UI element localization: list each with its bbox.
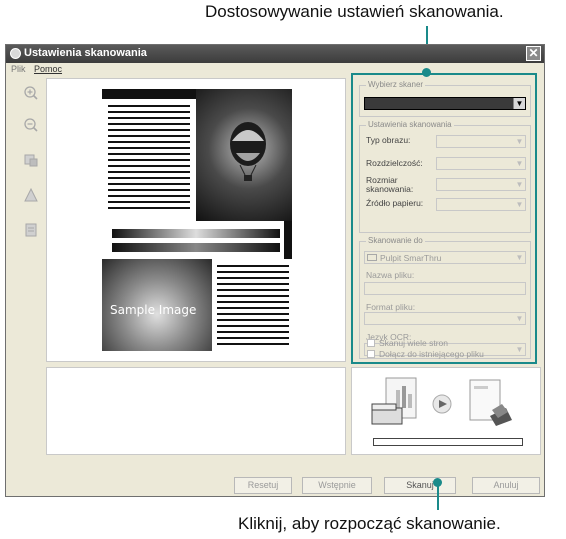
doc-text-line [108, 177, 190, 179]
chevron-down-icon: ▼ [513, 98, 525, 109]
destination-value: Pulpit SmarThru [380, 253, 442, 263]
doc-text-line [108, 153, 190, 155]
chevron-down-icon: ▼ [515, 180, 524, 189]
scan-multiple-label: Skanuj wiele stron [379, 338, 448, 348]
scan-settings-group: Ustawienia skanowania Typ obrazu: ▼ Rozd… [359, 120, 531, 233]
gradient-band [102, 221, 292, 259]
resolution-select[interactable]: ▼ [436, 157, 526, 170]
doc-text-line [108, 147, 190, 149]
paper-source-label: Źródło papieru: [366, 198, 424, 208]
doc-text-line [217, 337, 289, 339]
callout-settings: Dostosowywanie ustawień skanowania. [205, 2, 504, 21]
paper-source-select[interactable]: ▼ [436, 198, 526, 211]
scan-multiple-checkbox[interactable] [367, 339, 375, 347]
doc-text-line [217, 307, 289, 309]
doc-text-line [108, 117, 190, 119]
file-format-label: Format pliku: [366, 302, 416, 312]
doc-text-line [108, 201, 190, 203]
zoom-out-icon[interactable] [23, 117, 39, 133]
scan-settings-group-title: Ustawienia skanowania [366, 120, 454, 129]
image-type-label: Typ obrazu: [366, 135, 411, 145]
image-type-select[interactable]: ▼ [436, 135, 526, 148]
doc-text-block-top [108, 105, 190, 215]
cancel-button[interactable]: Anuluj [472, 477, 540, 494]
doc-text-line [108, 135, 190, 137]
sample-image: Sample Image [102, 259, 212, 351]
doc-text-line [217, 265, 289, 267]
title-bar: Ustawienia skanowania ✕ [6, 45, 544, 63]
chevron-down-icon: ▼ [515, 314, 524, 323]
preview-pane[interactable]: Sample Image [46, 78, 346, 362]
callout-scan-dot [433, 478, 442, 487]
scan-size-label: Rozmiar skanowania: [366, 175, 414, 194]
file-name-label: Nazwa pliku: [366, 270, 415, 280]
doc-text-line [108, 141, 190, 143]
file-name-input[interactable] [364, 282, 526, 295]
page-icon[interactable] [23, 222, 39, 238]
doc-text-line [108, 123, 190, 125]
doc-text-line [217, 301, 289, 303]
scanner-group-title: Wybierz skaner [366, 80, 426, 89]
doc-text-line [217, 271, 289, 273]
doc-text-line [108, 105, 190, 107]
doc-text-line [217, 319, 289, 321]
doc-text-line [108, 189, 190, 191]
chevron-down-icon: ▼ [515, 137, 524, 146]
doc-text-line [108, 111, 190, 113]
window-title: Ustawienia skanowania [24, 47, 147, 59]
doc-text-block-bottom [217, 265, 289, 351]
doc-text-line [217, 331, 289, 333]
scan-size-select[interactable]: ▼ [436, 178, 526, 191]
sample-image-text: Sample Image [110, 303, 197, 317]
chevron-down-icon: ▼ [515, 159, 524, 168]
doc-text-line [108, 171, 190, 173]
app-icon [10, 48, 21, 59]
resolution-label: Rozdzielczość: [366, 158, 423, 168]
reset-button[interactable]: Resetuj [234, 477, 292, 494]
doc-text-line [108, 159, 190, 161]
menu-help[interactable]: Pomoc [34, 64, 62, 74]
callout-settings-dot [422, 68, 431, 77]
scan-button[interactable]: Skanuj [384, 477, 456, 494]
doc-text-line [108, 183, 190, 185]
rotate-icon[interactable] [23, 187, 39, 203]
chevron-down-icon: ▼ [515, 200, 524, 209]
file-format-select[interactable]: ▼ [364, 312, 526, 325]
append-checkbox[interactable] [367, 350, 375, 358]
scan-progress-bar [373, 438, 523, 446]
select-area-icon[interactable] [23, 152, 39, 168]
append-label: Dołącz do istniejącego pliku [379, 349, 484, 359]
callout-scan-leader [437, 484, 439, 510]
doc-text-line [108, 195, 190, 197]
chevron-down-icon: ▼ [515, 253, 524, 262]
chevron-down-icon: ▼ [515, 345, 524, 354]
doc-text-line [108, 207, 190, 209]
info-pane [46, 367, 346, 455]
menu-file[interactable]: Plik [11, 64, 26, 74]
close-button[interactable]: ✕ [526, 46, 541, 61]
doc-text-line [217, 343, 289, 345]
scan-to-group-title: Skanowanie do [366, 236, 425, 245]
folder-icon [367, 254, 377, 261]
doc-text-line [108, 129, 190, 131]
doc-text-line [217, 283, 289, 285]
balloon-image [196, 89, 292, 221]
callout-scan: Kliknij, aby rozpocząć skanowanie. [238, 514, 501, 533]
prescan-button[interactable]: Wstępnie [302, 477, 372, 494]
doc-text-line [217, 313, 289, 315]
doc-text-line [217, 289, 289, 291]
scan-settings-window: Ustawienia skanowania ✕ Plik Pomoc Sampl… [5, 44, 545, 497]
doc-text-line [108, 165, 190, 167]
doc-text-line [217, 325, 289, 327]
doc-text-line [217, 295, 289, 297]
scanner-group: Wybierz skaner ▼ [359, 80, 531, 117]
scanner-select[interactable]: ▼ [364, 97, 526, 110]
destination-select[interactable]: Pulpit SmarThru ▼ [364, 251, 526, 264]
doc-header-bar [102, 89, 196, 99]
doc-text-line [217, 277, 289, 279]
preview-document: Sample Image [102, 89, 292, 351]
settings-panel: Wybierz skaner ▼ Ustawienia skanowania T… [351, 73, 537, 364]
zoom-in-icon[interactable] [23, 85, 39, 101]
